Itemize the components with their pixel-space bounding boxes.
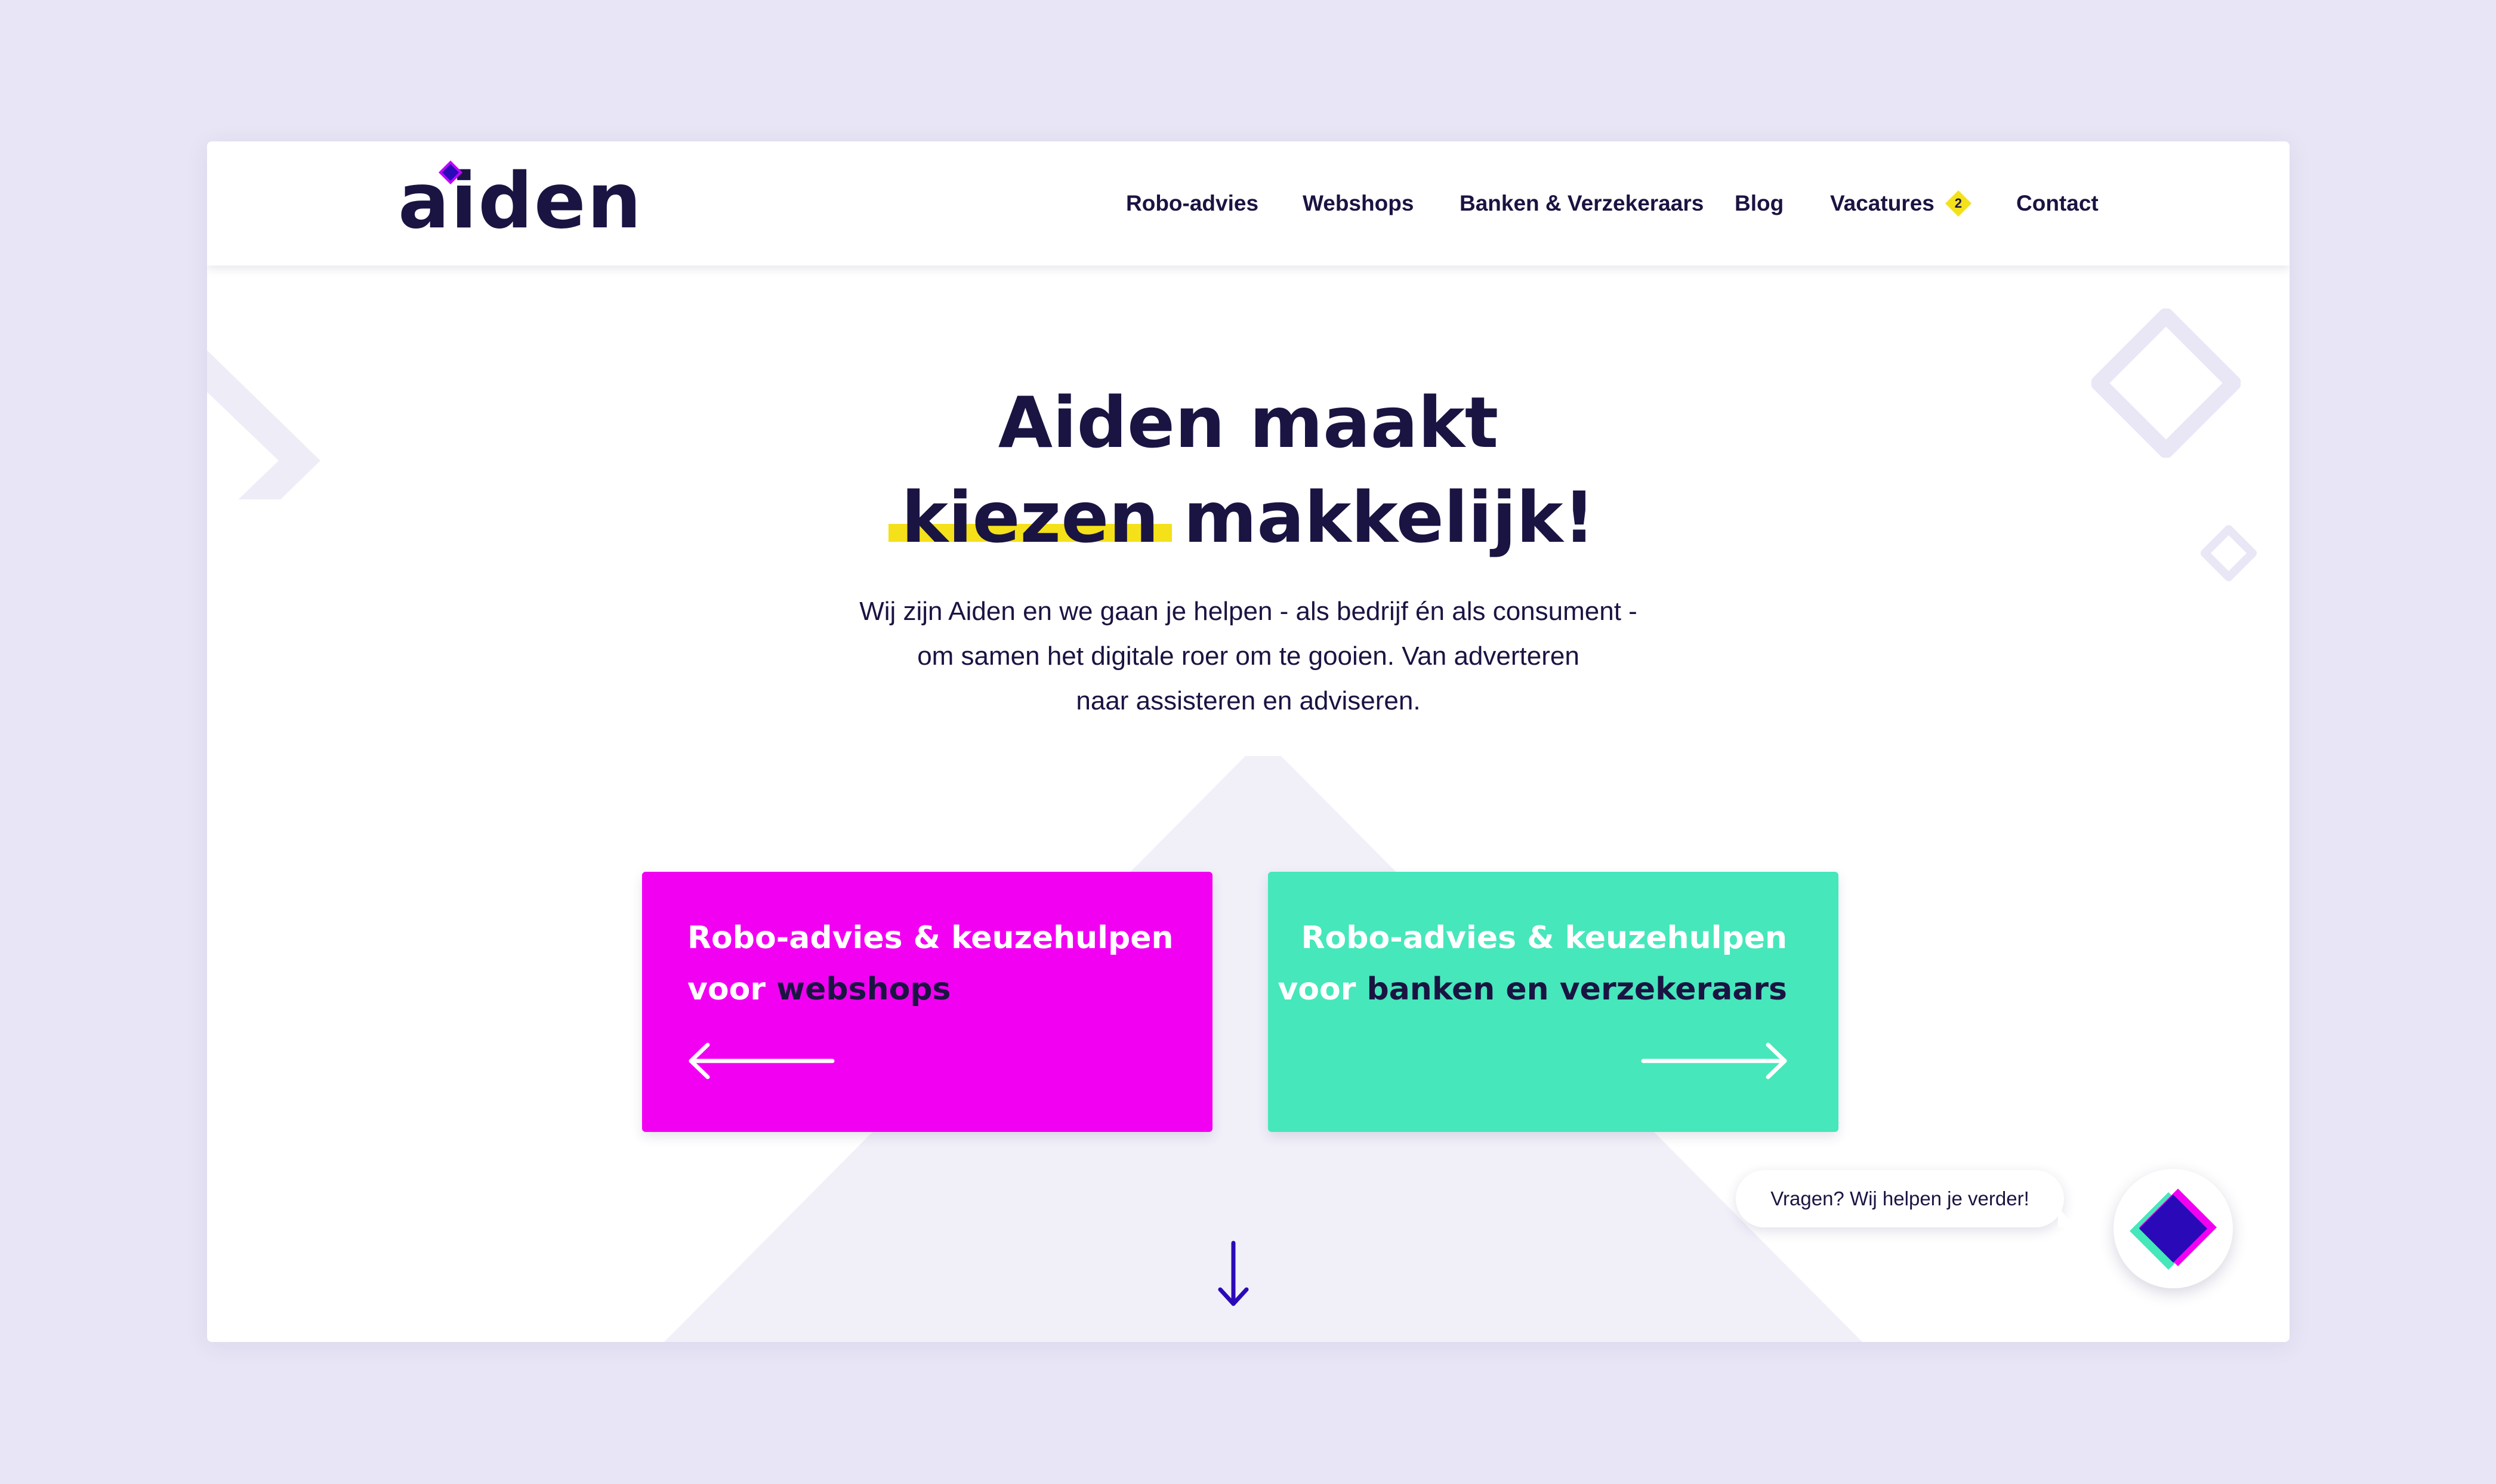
nav-item-webshops[interactable]: Webshops <box>1303 141 1414 266</box>
hero-intro-text: Wij zijn Aiden en we gaan je helpen - al… <box>840 589 1657 723</box>
card-prefix: voor <box>687 971 777 1007</box>
diamond-chat-icon <box>2130 1189 2217 1270</box>
vacatures-count-badge: 2 <box>1944 189 1973 218</box>
main-nav: Robo-advies Webshops Banken & Verzekeraa… <box>207 141 2290 266</box>
site-header: aiden Robo-advies Webshops Banken & Verz… <box>207 141 2290 266</box>
intro-line: Wij zijn Aiden en we gaan je helpen - al… <box>859 597 1637 626</box>
card-line-1: Robo-advies & keuzehulpen <box>687 920 1174 956</box>
title-highlight-word: kiezen <box>888 470 1172 564</box>
hero-title-line-2: kiezen makkelijk! <box>207 470 2290 564</box>
chat-bubble-tail <box>2058 1204 2082 1227</box>
card-bold-text: webshops <box>776 971 951 1007</box>
nav-item-banken-verzekeraars[interactable]: Banken & Verzekeraars <box>1460 141 1704 266</box>
nav-item-robo-advies[interactable]: Robo-advies <box>1126 141 1258 266</box>
card-line-2: voor webshops <box>687 964 1173 1015</box>
title-line-2-rest: makkelijk! <box>1183 476 1596 559</box>
nav-item-vacatures-label: Vacatures <box>1830 191 1935 215</box>
card-banken-verzekeraars[interactable]: Robo-advies & keuzehulpen voor banken en… <box>1268 872 1838 1132</box>
card-line-2: voor banken en verzekeraars <box>1278 964 1787 1015</box>
intro-line: om samen het digitale roer om te gooien.… <box>917 641 1579 671</box>
card-banken-text: Robo-advies & keuzehulpen voor banken en… <box>1278 912 1787 1015</box>
chat-prompt-text: Vragen? Wij helpen je verder! <box>1770 1187 2029 1210</box>
nav-item-contact[interactable]: Contact <box>2016 141 2099 266</box>
hero-title-line-1: Aiden maakt <box>998 381 1499 464</box>
arrow-left-icon <box>689 1042 835 1079</box>
chat-prompt-bubble[interactable]: Vragen? Wij helpen je verder! <box>1736 1170 2082 1227</box>
badge-count: 2 <box>1954 196 1962 211</box>
background-triangle-shape <box>664 756 1862 1342</box>
card-bold-text: banken en verzekeraars <box>1366 971 1787 1007</box>
card-webshops-text: Robo-advies & keuzehulpen voor webshops <box>687 912 1173 1015</box>
card-line-1: Robo-advies & keuzehulpen <box>1301 920 1787 956</box>
card-prefix: voor <box>1278 971 1367 1007</box>
nav-item-blog[interactable]: Blog <box>1735 141 1784 266</box>
arrow-down-icon[interactable] <box>1215 1239 1251 1311</box>
intro-line: naar assisteren en adviseren. <box>1076 686 1421 715</box>
browser-page: aiden Robo-advies Webshops Banken & Verz… <box>207 141 2290 1342</box>
chat-launcher-button[interactable] <box>2114 1169 2233 1288</box>
nav-item-vacatures[interactable]: Vacatures 2 <box>1830 141 1973 266</box>
card-webshops[interactable]: Robo-advies & keuzehulpen voor webshops <box>642 872 1212 1132</box>
arrow-right-icon <box>1641 1042 1787 1079</box>
